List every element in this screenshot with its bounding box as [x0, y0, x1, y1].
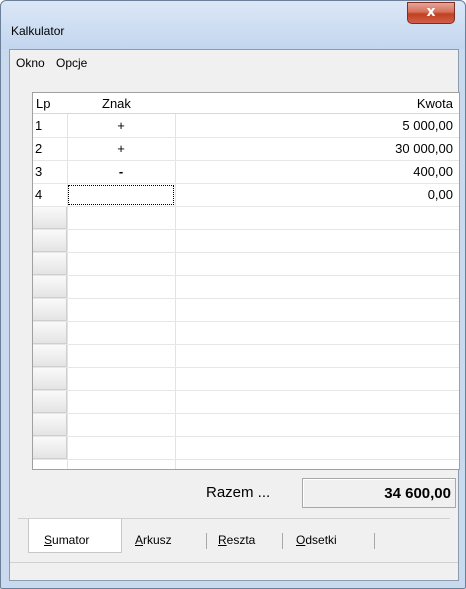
- cell-lp: 3: [35, 164, 43, 179]
- tab-strip: Sumator Arkusz Reszta Odsetki: [18, 518, 450, 553]
- empty-row[interactable]: [33, 322, 459, 345]
- total-label: Razem ...: [206, 484, 271, 501]
- cell-lp: 4: [35, 187, 43, 202]
- empty-row[interactable]: [33, 276, 459, 299]
- close-icon: x: [426, 4, 436, 20]
- header-lp[interactable]: Lp: [36, 96, 50, 111]
- cell-lp: 1: [35, 118, 43, 133]
- table-row[interactable]: 4 0,00: [33, 184, 459, 207]
- tab-reszta[interactable]: Reszta: [218, 533, 255, 547]
- entries-grid[interactable]: Lp Znak Kwota 1 + 5 000,00 2 + 30 000,00…: [32, 92, 460, 470]
- client-area: Okno Opcje Lp Znak Kwota 1 + 5 000,00 2 …: [9, 49, 460, 581]
- tab-sumator[interactable]: Sumator: [44, 533, 89, 547]
- menu-opcje[interactable]: Opcje: [56, 56, 87, 70]
- empty-row[interactable]: [33, 230, 459, 253]
- tab-arkusz[interactable]: Arkusz: [135, 533, 172, 547]
- empty-row[interactable]: [33, 368, 459, 391]
- cell-sign[interactable]: +: [68, 118, 174, 133]
- tab-separator: [206, 533, 207, 549]
- tab-odsetki[interactable]: Odsetki: [296, 533, 337, 547]
- menu-bar: Okno Opcje: [10, 50, 458, 74]
- status-bar: [10, 562, 458, 580]
- tab-odsetki-label: dsetki: [305, 533, 337, 547]
- cell-amount[interactable]: 0,00: [428, 187, 453, 202]
- menu-okno[interactable]: Okno: [16, 56, 45, 70]
- empty-row[interactable]: [33, 253, 459, 276]
- cell-amount[interactable]: 30 000,00: [395, 141, 453, 156]
- tab-separator: [282, 533, 283, 549]
- header-sign[interactable]: Znak: [102, 96, 131, 111]
- header-amount[interactable]: Kwota: [417, 96, 453, 111]
- cell-amount[interactable]: 400,00: [413, 164, 453, 179]
- total-field: 34 600,00: [302, 478, 456, 508]
- empty-row[interactable]: [33, 207, 459, 230]
- cell-sign[interactable]: +: [68, 141, 174, 156]
- table-row[interactable]: 1 + 5 000,00: [33, 115, 459, 138]
- empty-row[interactable]: [33, 299, 459, 322]
- tab-sumator-label: umator: [52, 533, 90, 547]
- title-bar[interactable]: Kalkulator x: [1, 1, 465, 49]
- grid-header: Lp Znak Kwota: [33, 93, 459, 114]
- table-row[interactable]: 2 + 30 000,00: [33, 138, 459, 161]
- total-value: 34 600,00: [384, 485, 451, 502]
- tab-reszta-accelerator: R: [218, 533, 227, 547]
- tab-odsetki-accelerator: O: [296, 533, 306, 547]
- empty-row[interactable]: [33, 437, 459, 460]
- close-button[interactable]: x: [407, 2, 455, 24]
- tab-sumator-accelerator: S: [44, 533, 53, 547]
- tab-separator: [374, 533, 375, 549]
- cell-lp: 2: [35, 141, 43, 156]
- table-row[interactable]: 3 - 400,00: [33, 161, 459, 184]
- calculator-window: Kalkulator x Okno Opcje Lp Znak Kwota 1 …: [0, 0, 466, 589]
- tab-arkusz-label: rkusz: [143, 533, 172, 547]
- empty-row[interactable]: [33, 345, 459, 368]
- empty-row[interactable]: [33, 391, 459, 414]
- cell-amount[interactable]: 5 000,00: [402, 118, 453, 133]
- window-title: Kalkulator: [11, 24, 65, 38]
- tab-arkusz-accelerator: A: [135, 533, 144, 547]
- focused-sign-cell[interactable]: [68, 185, 174, 205]
- tab-reszta-label: eszta: [226, 533, 256, 547]
- empty-row[interactable]: [33, 414, 459, 437]
- cell-sign[interactable]: -: [68, 164, 174, 179]
